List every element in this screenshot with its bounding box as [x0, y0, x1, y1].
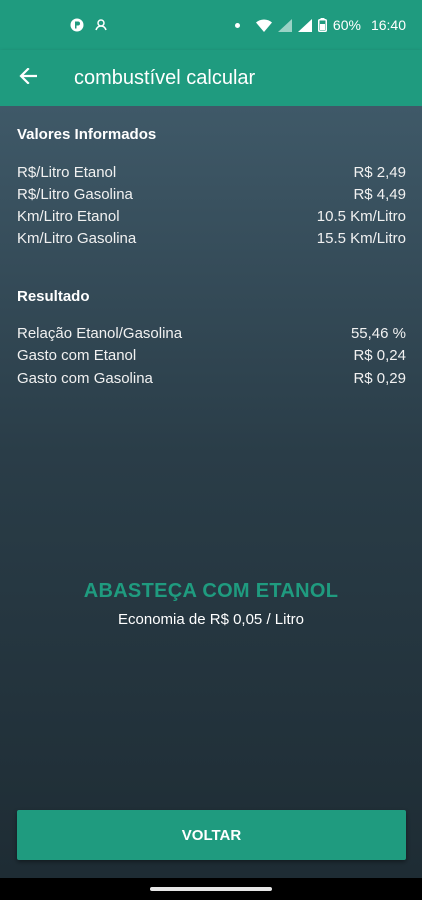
- row-value: 15.5 Km/Litro: [316, 230, 406, 247]
- back-button[interactable]: [0, 50, 56, 106]
- section-title-informed: Valores Informados: [17, 126, 157, 143]
- result-row: Gasto com Gasolina R$ 0,29: [17, 370, 406, 387]
- row-value: R$ 4,49: [353, 186, 406, 203]
- informed-row: Km/Litro Gasolina 15.5 Km/Litro: [17, 230, 406, 247]
- section-title-result: Resultado: [17, 288, 90, 305]
- arrow-back-icon: [19, 66, 38, 89]
- voltar-button[interactable]: VOLTAR: [17, 810, 406, 860]
- informed-row: R$/Litro Etanol R$ 2,49: [17, 164, 406, 181]
- row-label: Km/Litro Etanol: [17, 208, 120, 225]
- economy-text: Economia de R$ 0,05 / Litro: [118, 611, 304, 628]
- notification-app-icon: [70, 18, 84, 32]
- mobile-network-icon: [277, 18, 292, 32]
- row-value: 55,46 %: [350, 325, 406, 342]
- app-bar: combustível calcular: [0, 50, 422, 106]
- content-area: Valores Informados R$/Litro Etanol R$ 2,…: [0, 106, 422, 878]
- row-label: Gasto com Gasolina: [17, 370, 153, 387]
- row-value: 10.5 Km/Litro: [316, 208, 406, 225]
- informed-row: Km/Litro Etanol 10.5 Km/Litro: [17, 208, 406, 225]
- signal-icon: [297, 18, 312, 32]
- row-label: Gasto com Etanol: [17, 347, 137, 364]
- page-title: combustível calcular: [74, 66, 256, 89]
- battery-icon: [317, 18, 327, 32]
- home-gesture-handle[interactable]: [150, 887, 272, 891]
- row-value: R$ 2,49: [353, 164, 406, 181]
- row-label: R$/Litro Etanol: [17, 164, 117, 181]
- clock: 16:40: [370, 17, 406, 33]
- row-label: R$/Litro Gasolina: [17, 186, 133, 203]
- notification-dot-icon: [234, 22, 240, 28]
- row-label: Km/Litro Gasolina: [17, 230, 137, 247]
- system-nav-bar: [0, 878, 422, 900]
- result-row: Gasto com Etanol R$ 0,24: [17, 347, 406, 364]
- row-value: R$ 0,24: [353, 347, 406, 364]
- row-value: R$ 0,29: [353, 370, 406, 387]
- notification-bug-icon: [94, 18, 108, 32]
- result-row: Relação Etanol/Gasolina 55,46 %: [17, 325, 406, 342]
- informed-row: R$/Litro Gasolina R$ 4,49: [17, 186, 406, 203]
- status-bar: 60% 16:40: [0, 0, 422, 50]
- row-label: Relação Etanol/Gasolina: [17, 325, 183, 342]
- battery-percent: 60%: [332, 17, 361, 33]
- wifi-icon: [255, 18, 272, 32]
- recommendation-headline: ABASTEÇA COM ETANOL: [83, 580, 339, 602]
